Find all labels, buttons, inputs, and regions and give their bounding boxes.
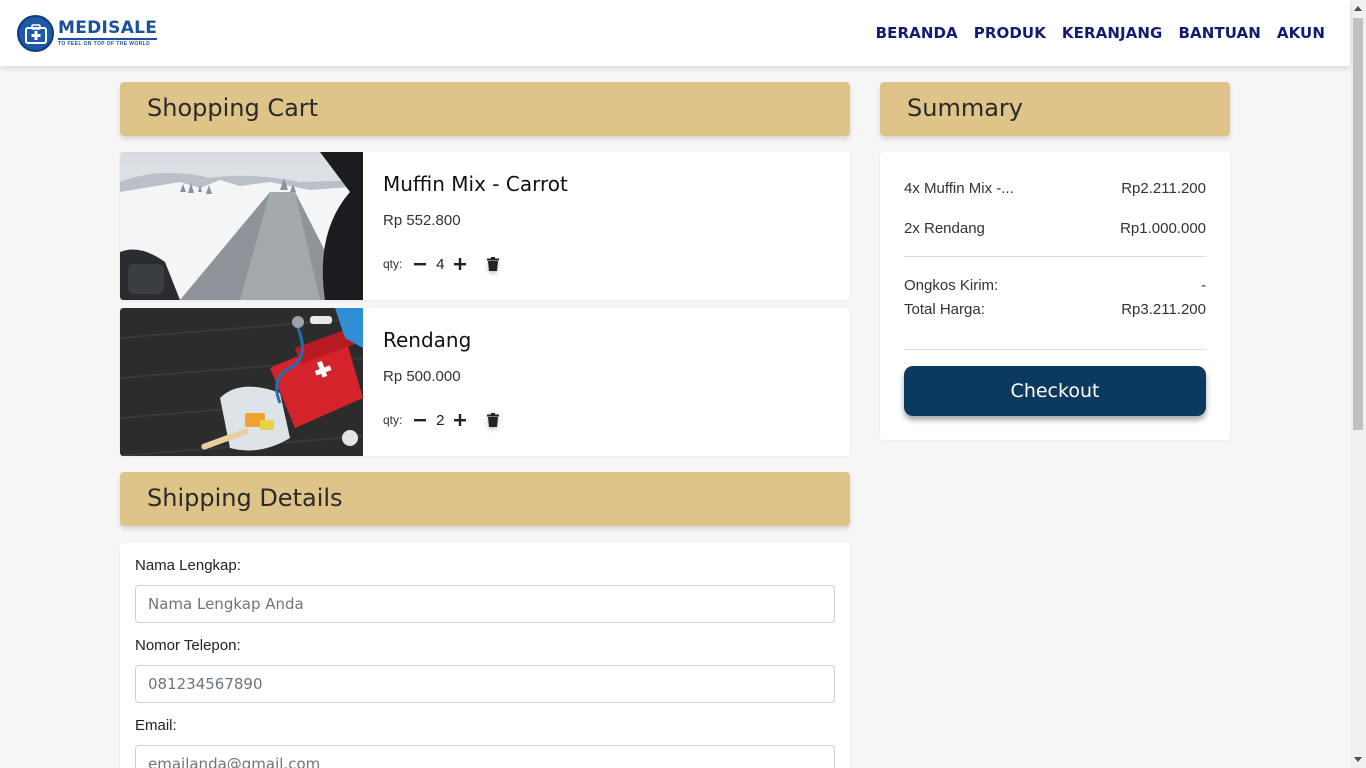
summary-line-label: 2x Rendang (904, 220, 985, 237)
shopping-cart-header: Shopping Cart (120, 82, 850, 136)
qty-label: qty: (383, 413, 403, 427)
summary-line: 2x Rendang Rp1.000.000 (904, 220, 1206, 237)
summary-header: Summary (880, 82, 1230, 136)
nav-link-akun[interactable]: AKUN (1277, 24, 1325, 42)
scroll-up-arrow-icon[interactable] (1354, 6, 1362, 11)
summary-divider (904, 256, 1206, 257)
shipping-form: Nama Lengkap: Nomor Telepon: Email: (120, 543, 850, 768)
total-price-label: Total Harga: (904, 301, 985, 318)
cart-item: Muffin Mix - Carrot Rp 552.800 qty: 4 (120, 152, 850, 300)
product-image[interactable] (120, 152, 363, 300)
trash-icon[interactable] (484, 254, 502, 274)
product-price: Rp 552.800 (383, 212, 461, 229)
product-image[interactable] (120, 308, 363, 456)
summary-card: 4x Muffin Mix -... Rp2.211.200 2x Rendan… (880, 152, 1230, 440)
brand-name: MEDISALE (58, 18, 158, 40)
plus-icon[interactable] (452, 410, 468, 430)
shipping-cost-row: Ongkos Kirim: - (904, 277, 1206, 294)
product-price: Rp 500.000 (383, 368, 461, 385)
nav-link-keranjang[interactable]: KERANJANG (1062, 24, 1163, 42)
shipping-details-header: Shipping Details (120, 472, 850, 526)
plus-icon[interactable] (452, 254, 468, 274)
scrollbar-thumb[interactable] (1353, 18, 1363, 430)
qty-value: 2 (436, 411, 445, 429)
trash-icon[interactable] (484, 410, 502, 430)
summary-divider (904, 349, 1206, 350)
quantity-stepper: qty: 4 (383, 254, 502, 274)
shipping-cost-label: Ongkos Kirim: (904, 277, 999, 294)
product-name[interactable]: Muffin Mix - Carrot (383, 172, 568, 196)
brand-logo[interactable]: MEDISALE TO FEEL ON TOP OF THE WORLD (17, 15, 158, 52)
minus-icon[interactable] (412, 410, 428, 430)
shipping-details-title: Shipping Details (147, 484, 343, 512)
brand-tagline: TO FEEL ON TOP OF THE WORLD (58, 41, 151, 47)
page-scrollbar[interactable] (1350, 0, 1366, 768)
summary-line-amount: Rp1.000.000 (1120, 220, 1206, 237)
phone-input[interactable] (135, 665, 835, 703)
nav-link-produk[interactable]: PRODUK (974, 24, 1046, 42)
summary-title: Summary (907, 94, 1023, 122)
qty-label: qty: (383, 257, 403, 271)
summary-line-label: 4x Muffin Mix -... (904, 180, 1014, 197)
total-price-row: Total Harga: Rp3.211.200 (904, 301, 1206, 318)
nav-link-bantuan[interactable]: BANTUAN (1178, 24, 1260, 42)
minus-icon[interactable] (412, 254, 428, 274)
main-nav: BERANDA PRODUK KERANJANG BANTUAN AKUN (876, 24, 1325, 42)
shopping-cart-title: Shopping Cart (147, 94, 319, 122)
checkout-button[interactable]: Checkout (904, 366, 1206, 416)
summary-line: 4x Muffin Mix -... Rp2.211.200 (904, 180, 1206, 197)
nav-link-beranda[interactable]: BERANDA (876, 24, 958, 42)
cart-item: Rendang Rp 500.000 qty: 2 (120, 308, 850, 456)
full-name-input[interactable] (135, 585, 835, 623)
phone-label: Nomor Telepon: (135, 637, 241, 654)
medical-kit-logo-icon (17, 15, 54, 52)
full-name-label: Nama Lengkap: (135, 557, 241, 574)
product-name[interactable]: Rendang (383, 328, 471, 352)
quantity-stepper: qty: 2 (383, 410, 502, 430)
email-input[interactable] (135, 745, 835, 768)
qty-value: 4 (436, 255, 445, 273)
shipping-cost-value: - (1201, 277, 1206, 294)
top-navbar: MEDISALE TO FEEL ON TOP OF THE WORLD BER… (0, 0, 1350, 66)
total-price-value: Rp3.211.200 (1121, 301, 1206, 318)
summary-line-amount: Rp2.211.200 (1121, 180, 1206, 197)
email-label: Email: (135, 717, 177, 734)
scroll-down-arrow-icon[interactable] (1354, 757, 1362, 762)
